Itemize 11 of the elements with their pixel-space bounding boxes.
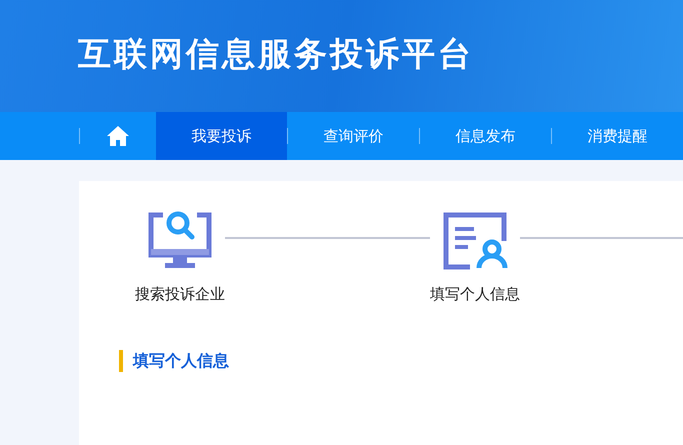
nav-tab[interactable]: 我要投诉 <box>156 112 287 160</box>
home-icon <box>106 125 130 147</box>
site-title: 互联网信息服务投诉平台 <box>78 34 474 73</box>
nav-tab[interactable]: 信息发布 <box>420 112 552 160</box>
step-label: 搜索投诉企业 <box>135 285 225 304</box>
form-user-icon <box>442 211 508 271</box>
nav-tab[interactable]: 查询评价 <box>288 112 419 160</box>
monitor-search-icon <box>147 211 213 271</box>
nav-tab[interactable]: 消费提醒 <box>552 112 683 160</box>
step-label: 填写个人信息 <box>430 285 520 304</box>
section-heading: 填写个人信息 <box>119 350 229 372</box>
